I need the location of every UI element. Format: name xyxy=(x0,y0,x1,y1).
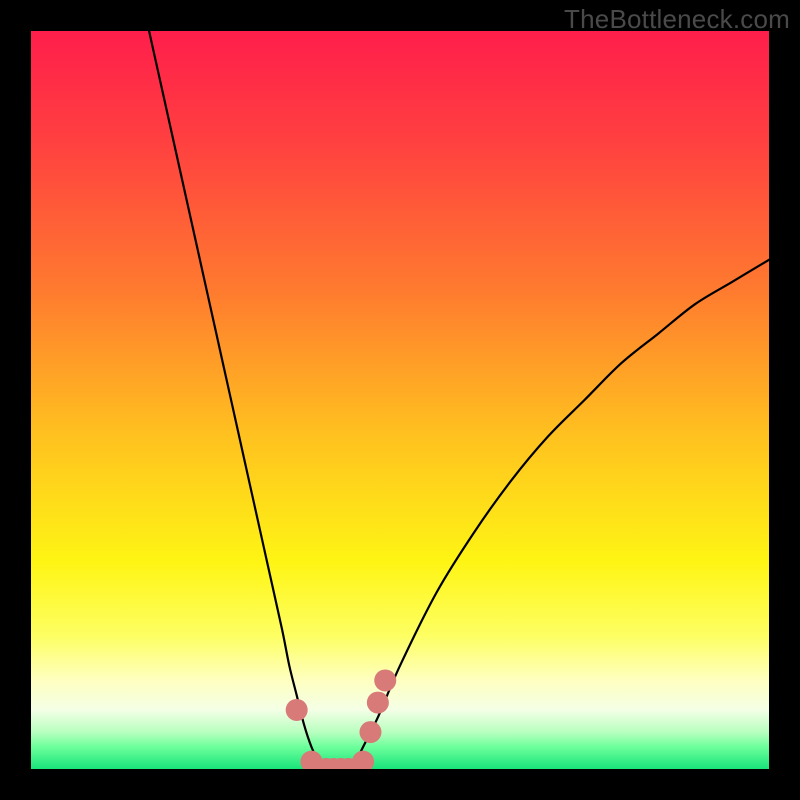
gradient-background xyxy=(31,31,769,769)
watermark-text: TheBottleneck.com xyxy=(564,4,790,35)
chart-frame: TheBottleneck.com xyxy=(0,0,800,800)
plot-area xyxy=(31,31,769,769)
